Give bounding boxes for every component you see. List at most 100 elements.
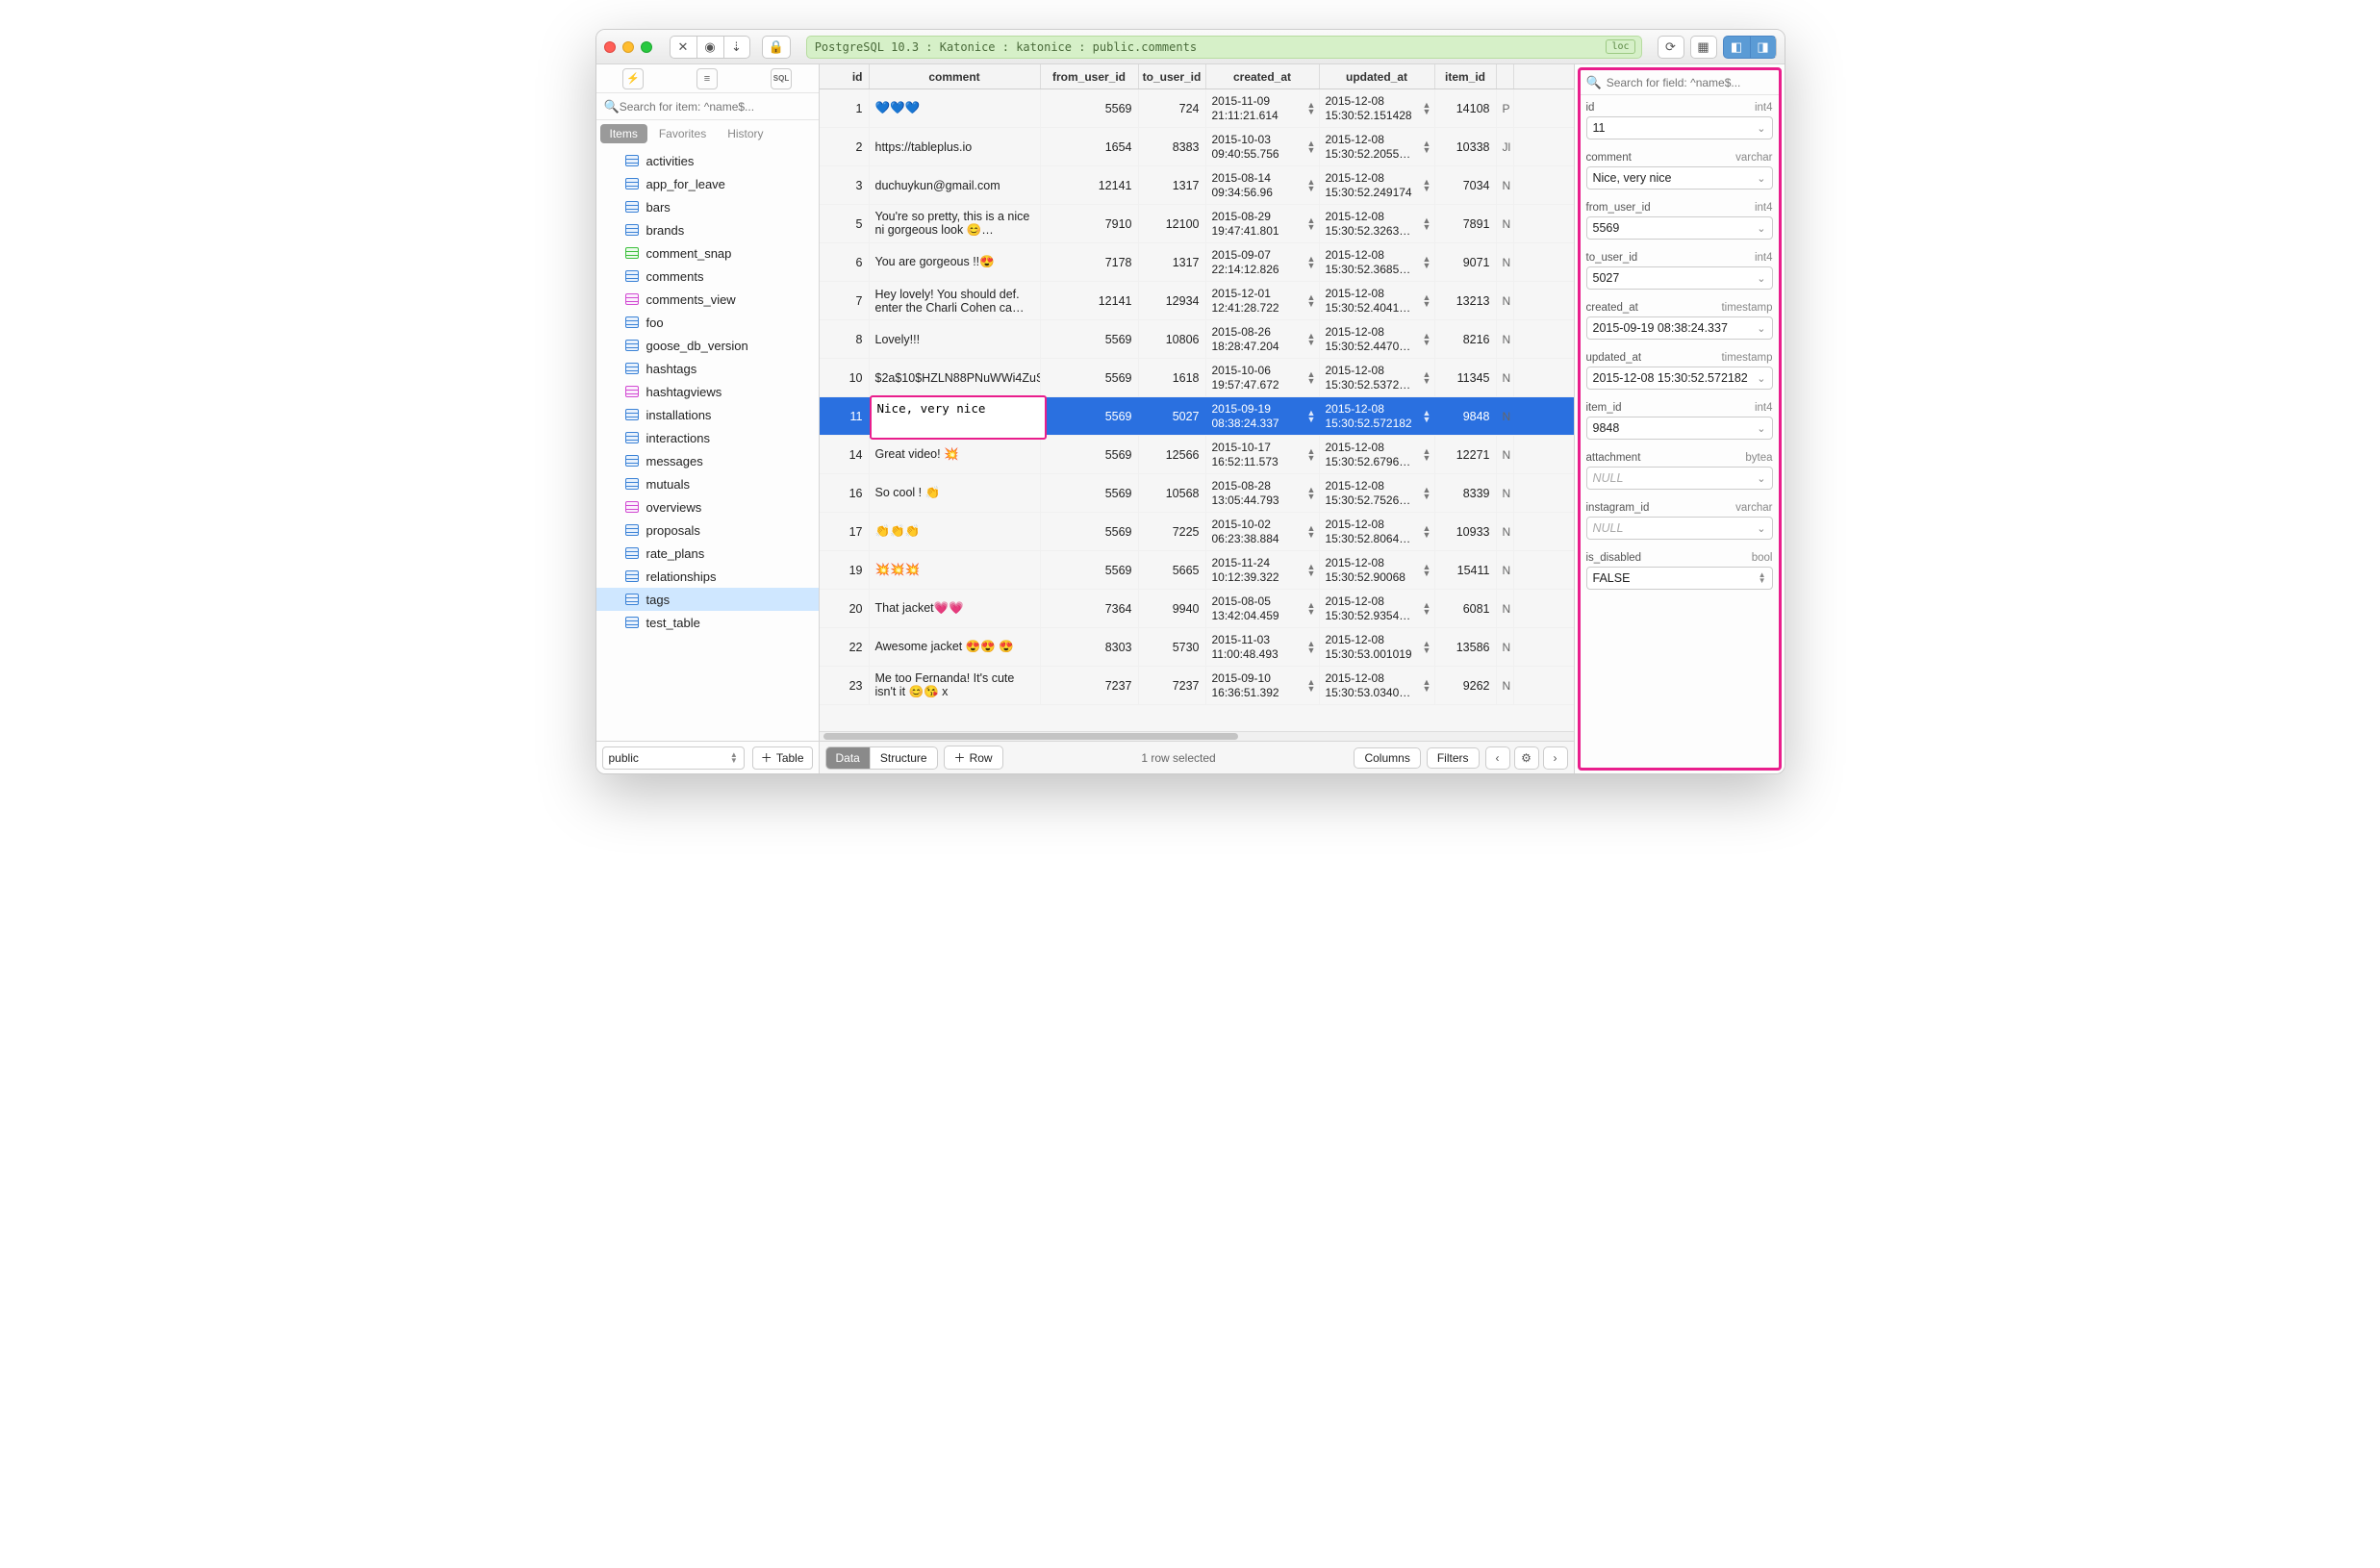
cell-id[interactable]: 1: [820, 89, 870, 127]
cell-created-at[interactable]: 2015-11-03 11:00:48.493▲▼: [1206, 628, 1320, 666]
cell-updated-at[interactable]: 2015-12-08 15:30:53.0340…▲▼: [1320, 667, 1435, 704]
stepper-icon[interactable]: ▲▼: [1423, 602, 1432, 616]
stepper-icon[interactable]: ▲▼: [1423, 333, 1432, 346]
sidebar-search-input[interactable]: [620, 100, 811, 114]
sidebar-tab-history[interactable]: History: [718, 124, 772, 143]
sql-icon[interactable]: SQL: [771, 68, 792, 89]
cell-created-at[interactable]: 2015-12-01 12:41:28.722▲▼: [1206, 282, 1320, 319]
sidebar-item-tags[interactable]: tags: [596, 588, 819, 611]
cell-extra[interactable]: N: [1497, 628, 1514, 666]
mode-data-button[interactable]: Data: [826, 747, 871, 769]
stepper-icon[interactable]: ▲▼: [1307, 140, 1317, 154]
table-row[interactable]: 8Lovely!!!5569108062015-08-26 18:28:47.2…: [820, 320, 1574, 359]
toggle-sidebar-right-icon[interactable]: ◨: [1750, 36, 1777, 59]
cell-item-id[interactable]: 6081: [1435, 590, 1497, 627]
cell-item-id[interactable]: 13213: [1435, 282, 1497, 319]
plug-icon[interactable]: ⚡: [622, 68, 644, 89]
sidebar-item-hashtags[interactable]: hashtags: [596, 357, 819, 380]
cell-extra[interactable]: N: [1497, 166, 1514, 204]
cell-extra[interactable]: N: [1497, 436, 1514, 473]
cell-id[interactable]: 17: [820, 513, 870, 550]
cell-comment[interactable]: 💙💙💙: [870, 89, 1041, 127]
field-input[interactable]: 5569⌄: [1586, 216, 1773, 240]
chevron-down-icon[interactable]: ⌄: [1757, 172, 1765, 185]
stepper-icon[interactable]: ▲▼: [1307, 410, 1317, 423]
cell-extra[interactable]: N: [1497, 397, 1514, 435]
cell-id[interactable]: 2: [820, 128, 870, 165]
table-row[interactable]: 7Hey lovely! You should def. enter the C…: [820, 282, 1574, 320]
table-row[interactable]: 10$2a$10$HZLN88PNuWWi4ZuS9lIb8dR98Ijt0kb…: [820, 359, 1574, 397]
cell-id[interactable]: 11: [820, 397, 870, 435]
chevron-down-icon[interactable]: ⌄: [1757, 372, 1765, 385]
columns-button[interactable]: Columns: [1354, 747, 1420, 769]
cell-comment[interactable]: Great video! 💥: [870, 436, 1041, 473]
cell-created-at[interactable]: 2015-09-07 22:14:12.826▲▼: [1206, 243, 1320, 281]
field-input[interactable]: 2015-12-08 15:30:52.572182⌄: [1586, 367, 1773, 390]
filters-button[interactable]: Filters: [1427, 747, 1480, 769]
stepper-icon[interactable]: ▲▼: [1423, 448, 1432, 462]
table-row[interactable]: 20That jacket💗💗736499402015-08-05 13:42:…: [820, 590, 1574, 628]
cell-created-at[interactable]: 2015-09-10 16:36:51.392▲▼: [1206, 667, 1320, 704]
stepper-icon[interactable]: ▲▼: [1307, 333, 1317, 346]
stepper-icon[interactable]: ▲▼: [1307, 641, 1317, 654]
toggle-sidebar-left-icon[interactable]: ◧: [1723, 36, 1750, 59]
col-header-comment[interactable]: comment: [870, 64, 1041, 89]
cell-id[interactable]: 8: [820, 320, 870, 358]
stepper-icon[interactable]: ▲▼: [1307, 525, 1317, 539]
cell-to-user-id[interactable]: 9940: [1139, 590, 1206, 627]
cell-extra[interactable]: N: [1497, 551, 1514, 589]
cell-to-user-id[interactable]: 12100: [1139, 205, 1206, 242]
cell-to-user-id[interactable]: 7237: [1139, 667, 1206, 704]
prev-page-button[interactable]: ‹: [1485, 746, 1510, 770]
col-header-item-id[interactable]: item_id: [1435, 64, 1497, 89]
chevron-down-icon[interactable]: ⌄: [1757, 272, 1765, 285]
sidebar-item-messages[interactable]: messages: [596, 449, 819, 472]
sidebar-item-relationships[interactable]: relationships: [596, 565, 819, 588]
chevron-down-icon[interactable]: ⌄: [1757, 322, 1765, 335]
stepper-icon[interactable]: ▲▼: [1423, 641, 1432, 654]
cell-updated-at[interactable]: 2015-12-08 15:30:52.4470…▲▼: [1320, 320, 1435, 358]
chevron-down-icon[interactable]: ⌄: [1757, 522, 1765, 535]
cell-created-at[interactable]: 2015-08-14 09:34:56.96▲▼: [1206, 166, 1320, 204]
cell-extra[interactable]: N: [1497, 359, 1514, 396]
zoom-window-button[interactable]: [641, 41, 652, 53]
add-row-button[interactable]: ＋Row: [944, 746, 1003, 770]
cell-created-at[interactable]: 2015-11-24 10:12:39.322▲▼: [1206, 551, 1320, 589]
cell-id[interactable]: 6: [820, 243, 870, 281]
cell-created-at[interactable]: 2015-08-26 18:28:47.204▲▼: [1206, 320, 1320, 358]
cell-to-user-id[interactable]: 12934: [1139, 282, 1206, 319]
sidebar-item-rate_plans[interactable]: rate_plans: [596, 542, 819, 565]
table-row[interactable]: 1💙💙💙55697242015-11-09 21:11:21.614▲▼2015…: [820, 89, 1574, 128]
col-header-to-user-id[interactable]: to_user_id: [1139, 64, 1206, 89]
sidebar-tab-favorites[interactable]: Favorites: [649, 124, 716, 143]
inspector-search-input[interactable]: [1607, 76, 1773, 89]
cell-comment[interactable]: https://tableplus.io: [870, 128, 1041, 165]
cell-created-at[interactable]: 2015-10-17 16:52:11.573▲▼: [1206, 436, 1320, 473]
table-row[interactable]: 3duchuykun@gmail.com1214113172015-08-14 …: [820, 166, 1574, 205]
stepper-icon[interactable]: ▲▼: [1307, 564, 1317, 577]
cell-updated-at[interactable]: 2015-12-08 15:30:52.6796…▲▼: [1320, 436, 1435, 473]
cell-id[interactable]: 20: [820, 590, 870, 627]
cell-created-at[interactable]: 2015-08-05 13:42:04.459▲▼: [1206, 590, 1320, 627]
inspector-search[interactable]: 🔍: [1581, 70, 1779, 95]
stepper-icon[interactable]: ▲▼: [1307, 371, 1317, 385]
stepper-icon[interactable]: ▲▼: [1307, 487, 1317, 500]
cell-to-user-id[interactable]: 12566: [1139, 436, 1206, 473]
cell-item-id[interactable]: 12271: [1435, 436, 1497, 473]
cell-extra[interactable]: N: [1497, 205, 1514, 242]
cell-from-user-id[interactable]: 5569: [1041, 359, 1139, 396]
sidebar-item-brands[interactable]: brands: [596, 218, 819, 241]
eye-icon[interactable]: ◉: [696, 36, 723, 59]
sidebar-search[interactable]: 🔍: [596, 93, 819, 120]
cell-comment[interactable]: Awesome jacket 😍😍 😍: [870, 628, 1041, 666]
cell-item-id[interactable]: 14108: [1435, 89, 1497, 127]
cell-updated-at[interactable]: 2015-12-08 15:30:52.8064…▲▼: [1320, 513, 1435, 550]
table-row[interactable]: 22Awesome jacket 😍😍 😍830357302015-11-03 …: [820, 628, 1574, 667]
col-header-created-at[interactable]: created_at: [1206, 64, 1320, 89]
cell-updated-at[interactable]: 2015-12-08 15:30:52.90068▲▼: [1320, 551, 1435, 589]
cell-extra[interactable]: N: [1497, 320, 1514, 358]
cell-comment[interactable]: $2a$10$HZLN88PNuWWi4ZuS9lIb8dR98Ijt0kbIv…: [870, 359, 1041, 396]
cell-from-user-id[interactable]: 5569: [1041, 551, 1139, 589]
sidebar-item-app_for_leave[interactable]: app_for_leave: [596, 172, 819, 195]
stepper-icon[interactable]: ▲▼: [1423, 487, 1432, 500]
